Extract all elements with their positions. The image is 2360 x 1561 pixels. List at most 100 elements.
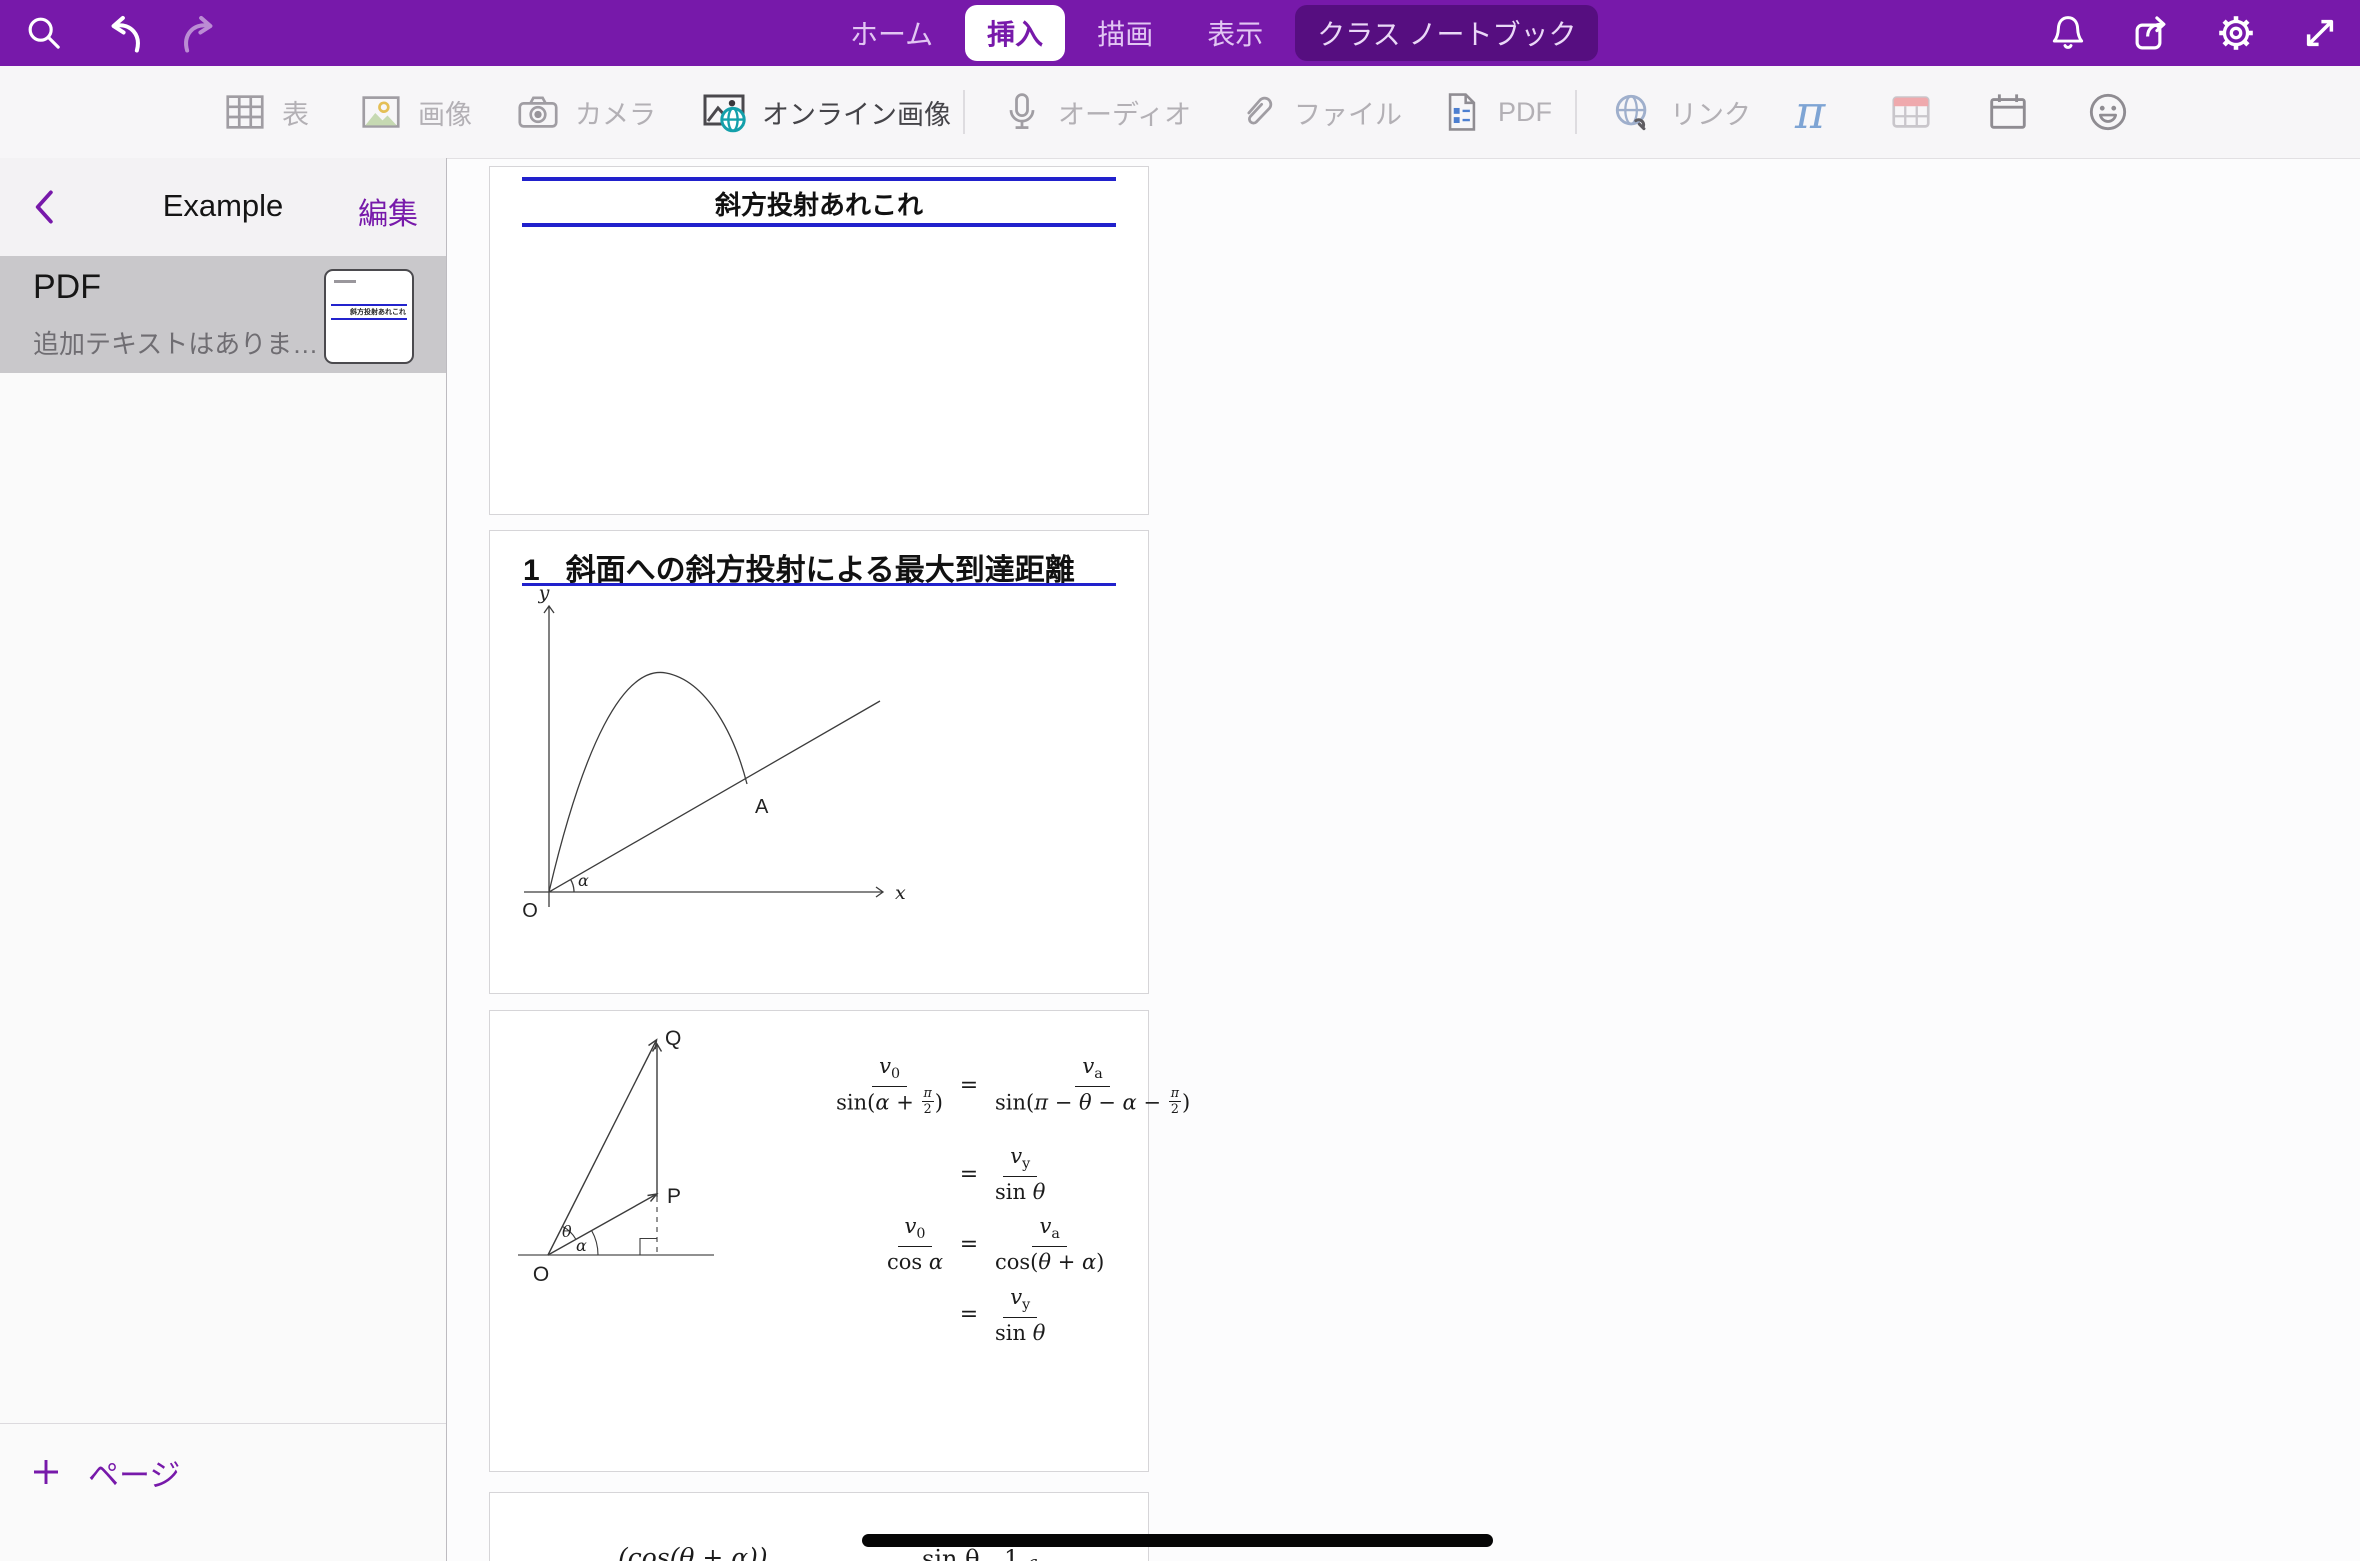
- title-rule-top: [522, 177, 1116, 181]
- topbar-actions: [2046, 11, 2342, 55]
- velocity-vector-triangle-diagram: Q P O θ α: [514, 1023, 740, 1289]
- equation-row: v0 sin(α + π2) = va sin(π − θ − α − π2): [820, 1053, 1197, 1119]
- online-image-icon: [700, 88, 748, 136]
- thumbnail-title: 斜方投射あれこれ: [350, 307, 406, 317]
- insert-table-button[interactable]: 表: [222, 66, 309, 158]
- equations-block: v0 sin(α + π2) = va sin(π − θ − α − π2) …: [820, 1053, 1197, 1354]
- emoji-button[interactable]: [2085, 66, 2131, 158]
- search-icon: [24, 13, 64, 53]
- fraction: vy sin θ: [988, 1284, 1052, 1346]
- equation-fragment: a: [1028, 1553, 1038, 1561]
- share-icon: [2131, 12, 2173, 54]
- link-button[interactable]: リンク: [1610, 66, 1751, 158]
- audio-label: オーディオ: [1058, 93, 1191, 132]
- document-page-3[interactable]: Q P O θ α v0 sin(α + π2) = va sin(π − θ …: [489, 1010, 1149, 1472]
- fraction: va cos(θ + α): [988, 1213, 1111, 1275]
- equals-sign: =: [950, 1302, 988, 1327]
- onenote-window: ホーム 挿入 描画 表示 クラス ノートブック: [0, 0, 2360, 1561]
- undo-icon: [101, 12, 143, 54]
- page-list-sidebar: Example 編集 PDF 追加テキストはありま… 斜方投射あれこれ ページ: [0, 158, 447, 1561]
- file-button[interactable]: ファイル: [1236, 66, 1402, 158]
- toolbar-separator: [1575, 90, 1577, 134]
- share-button[interactable]: [2130, 11, 2174, 55]
- equation-row: = vy sin θ: [820, 1143, 1197, 1205]
- audio-button[interactable]: オーディオ: [1000, 66, 1191, 158]
- redo-button[interactable]: [180, 11, 224, 55]
- search-button[interactable]: [22, 11, 66, 55]
- fullscreen-button[interactable]: [2298, 11, 2342, 55]
- tab-view[interactable]: 表示: [1185, 5, 1285, 61]
- thumbnail-rule: [331, 318, 407, 320]
- equation-row: = vy sin θ: [820, 1284, 1197, 1346]
- tab-home[interactable]: ホーム: [828, 5, 955, 61]
- gear-icon: [2215, 12, 2257, 54]
- undo-button[interactable]: [100, 11, 144, 55]
- heading-underline: [522, 583, 1116, 586]
- equation-row: v0 cos α = va cos(θ + α): [820, 1213, 1197, 1275]
- angle-alpha-label: α: [576, 1236, 587, 1255]
- fraction: v0 cos α: [880, 1213, 950, 1275]
- fraction: v0 sin(α + π2): [829, 1053, 950, 1119]
- document-page-1[interactable]: 斜方投射あれこれ: [489, 166, 1149, 515]
- equation-fragment: sin θ: [922, 1545, 980, 1561]
- pdf-label: PDF: [1498, 97, 1552, 128]
- camera-button[interactable]: カメラ: [515, 66, 656, 158]
- toolbar-separator: [963, 90, 965, 134]
- math-button[interactable]: π: [1795, 66, 1825, 158]
- sidebar-divider: [0, 1423, 446, 1424]
- insert-image-button[interactable]: 画像: [358, 66, 472, 158]
- projectile-trajectory-diagram: y x O A α: [508, 587, 918, 947]
- edit-button[interactable]: 編集: [358, 189, 418, 233]
- settings-button[interactable]: [2214, 11, 2258, 55]
- plus-icon: [30, 1456, 62, 1488]
- point-q-label: Q: [665, 1027, 681, 1050]
- microphone-icon: [1000, 90, 1044, 134]
- equals-sign: =: [950, 1073, 988, 1098]
- angle-theta-label: θ: [562, 1222, 572, 1241]
- document-page-2[interactable]: 1斜面への斜方投射による最大到達距離 y x O A α: [489, 530, 1149, 994]
- home-indicator[interactable]: [862, 1534, 1493, 1547]
- point-a-label: A: [755, 796, 769, 818]
- styled-table-button[interactable]: [1888, 66, 1934, 158]
- online-image-button[interactable]: オンライン画像: [700, 66, 951, 158]
- origin-label: O: [522, 900, 538, 922]
- file-label: ファイル: [1294, 93, 1402, 132]
- equation-fragment: (cos(θ + α)): [618, 1543, 768, 1561]
- axis-label-y: y: [538, 587, 550, 604]
- online-image-label: オンライン画像: [762, 93, 951, 132]
- meeting-details-button[interactable]: [1985, 66, 2031, 158]
- top-app-bar: ホーム 挿入 描画 表示 クラス ノートブック: [0, 0, 2360, 66]
- pdf-button[interactable]: PDF: [1440, 66, 1552, 158]
- bell-icon: [2047, 12, 2089, 54]
- tab-draw[interactable]: 描画: [1075, 5, 1175, 61]
- link-icon: [1610, 89, 1656, 135]
- angle-alpha-label: α: [578, 871, 589, 890]
- fraction: vy sin θ: [988, 1143, 1052, 1205]
- page-title: 斜方投射あれこれ: [490, 185, 1148, 222]
- table-icon: [222, 89, 268, 135]
- styled-table-icon: [1888, 89, 1934, 135]
- sidebar-header: Example 編集: [0, 158, 446, 256]
- paperclip-icon: [1236, 90, 1280, 134]
- insert-toolbar: 表 画像 カメラ: [0, 66, 2360, 159]
- insert-image-label: 画像: [418, 93, 472, 132]
- tab-class-notebook[interactable]: クラス ノートブック: [1295, 5, 1598, 61]
- axis-label-x: x: [895, 882, 906, 904]
- equals-sign: =: [950, 1232, 988, 1257]
- page-item-subtitle: 追加テキストはありま…: [33, 324, 318, 361]
- document-page-4[interactable]: (cos(θ + α)) sin θ 1 a: [489, 1492, 1149, 1561]
- pdf-icon: [1440, 90, 1484, 134]
- image-icon: [358, 89, 404, 135]
- notifications-button[interactable]: [2046, 11, 2090, 55]
- tab-insert[interactable]: 挿入: [965, 5, 1065, 61]
- title-rule-bottom: [522, 223, 1116, 227]
- thumbnail-date-text: [334, 280, 356, 283]
- equation-fragment: 1: [1004, 1545, 1019, 1561]
- point-p-label: P: [667, 1185, 681, 1208]
- pi-icon: π: [1795, 89, 1825, 135]
- camera-label: カメラ: [575, 93, 656, 132]
- camera-icon: [515, 89, 561, 135]
- link-label: リンク: [1670, 93, 1751, 132]
- add-page-button[interactable]: ページ: [30, 1444, 180, 1500]
- page-list-item[interactable]: PDF 追加テキストはありま… 斜方投射あれこれ: [0, 256, 446, 373]
